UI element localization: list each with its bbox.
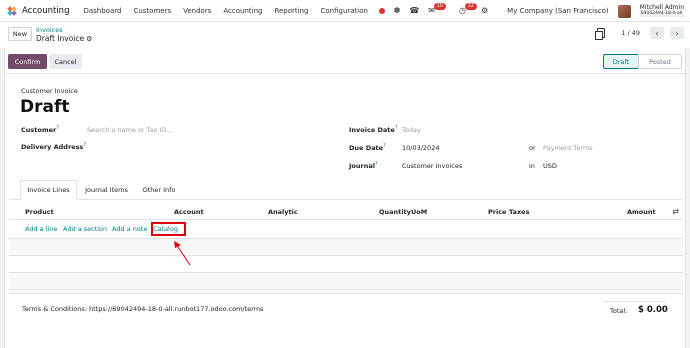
customer-input[interactable]: Search a name or Tax ID... bbox=[87, 126, 173, 134]
col-price[interactable]: Price bbox=[488, 208, 506, 216]
col-amount[interactable]: Amount bbox=[627, 208, 656, 216]
chat-icon[interactable]: ✉ 10 bbox=[428, 3, 446, 15]
app-brand[interactable]: Accounting bbox=[22, 6, 69, 16]
gear-icon[interactable]: ⚙ bbox=[481, 7, 488, 15]
gear-icon[interactable]: ⚙ bbox=[86, 35, 92, 43]
help-icon: ? bbox=[56, 125, 59, 131]
journal-label: Journal? bbox=[349, 161, 378, 170]
menu-accounting[interactable]: Accounting bbox=[223, 7, 262, 15]
table-row bbox=[9, 273, 683, 290]
chat-badge: 10 bbox=[433, 3, 446, 10]
breadcrumb-current: Draft Invoice ⚙ bbox=[36, 34, 92, 43]
journal-label-text: Journal bbox=[349, 162, 375, 171]
pager-next-button[interactable]: › bbox=[670, 27, 684, 39]
total-divider bbox=[603, 301, 666, 302]
navbar-systray: ✽ ☎ ✉ 10 ◷ 22 ⚙ My Company (San Francisco)… bbox=[378, 0, 684, 22]
menu-reporting[interactable]: Reporting bbox=[274, 7, 308, 15]
top-navbar: Accounting Dashboard Customers Vendors A… bbox=[0, 0, 690, 22]
help-icon: ? bbox=[83, 142, 86, 148]
add-section-link[interactable]: Add a section bbox=[63, 225, 107, 233]
database-name: 69042494-18-0-all bbox=[639, 10, 684, 17]
tab-invoice-lines[interactable]: Invoice Lines bbox=[20, 180, 77, 200]
invoice-date-label-text: Invoice Date bbox=[349, 126, 395, 135]
documents-icon[interactable] bbox=[595, 28, 606, 40]
move-type-label: Customer Invoice bbox=[21, 87, 78, 95]
help-icon: ? bbox=[394, 125, 398, 131]
company-switcher[interactable]: My Company (San Francisco) bbox=[507, 7, 608, 15]
customer-label: Customer? bbox=[21, 125, 59, 134]
col-taxes[interactable]: Taxes bbox=[509, 208, 529, 216]
add-line-row: Add a line Add a section Add a note Cata… bbox=[9, 220, 683, 239]
main-menu: Dashboard Customers Vendors Accounting R… bbox=[83, 7, 368, 15]
in-label: in bbox=[529, 162, 535, 170]
due-date-label: Due Date? bbox=[349, 143, 386, 152]
stage-draft[interactable]: Draft bbox=[603, 54, 639, 69]
due-date-label-text: Due Date bbox=[349, 144, 383, 153]
help-icon: ? bbox=[374, 161, 378, 167]
invoice-date-input[interactable]: Today bbox=[402, 126, 421, 134]
col-uom[interactable]: UoM bbox=[411, 208, 427, 216]
due-date-input[interactable]: 10/03/2024 bbox=[402, 144, 439, 152]
invoice-form-sheet: Confirm Cancel Draft Posted Customer Inv… bbox=[4, 48, 687, 348]
delivery-address-label: Delivery Address? bbox=[21, 142, 86, 151]
col-quantity[interactable]: Quantity bbox=[379, 208, 411, 216]
stage-posted[interactable]: Posted bbox=[638, 54, 682, 69]
currency-input[interactable]: USD bbox=[543, 162, 557, 170]
col-analytic[interactable]: Analytic bbox=[268, 208, 298, 216]
table-row bbox=[9, 256, 683, 273]
help-icon: ? bbox=[383, 143, 386, 149]
menu-vendors[interactable]: Vendors bbox=[183, 7, 211, 15]
col-product[interactable]: Product bbox=[25, 208, 54, 216]
pager-area: 1 / 49 ‹ › bbox=[595, 27, 684, 40]
add-line-link[interactable]: Add a line bbox=[25, 225, 57, 233]
avatar[interactable] bbox=[617, 4, 631, 18]
confirm-button[interactable]: Confirm bbox=[8, 54, 47, 69]
breadcrumb-current-label: Draft Invoice bbox=[36, 34, 85, 43]
total-amount: $ 0.00 bbox=[638, 305, 668, 315]
invoice-name: Draft bbox=[20, 97, 70, 117]
tab-journal-items[interactable]: Journal Items bbox=[79, 180, 134, 200]
footer-divider bbox=[9, 293, 683, 294]
payment-terms-input[interactable]: Payment Terms bbox=[543, 144, 593, 152]
menu-customers[interactable]: Customers bbox=[133, 7, 171, 15]
total-label: Total: bbox=[610, 307, 628, 315]
phone-icon[interactable]: ☎ bbox=[409, 7, 419, 15]
bug-icon[interactable]: ✽ bbox=[394, 7, 401, 15]
table-row bbox=[9, 239, 683, 256]
sort-icon[interactable]: ⇄ bbox=[672, 207, 679, 216]
new-button[interactable]: New bbox=[8, 27, 32, 41]
form-statusbar: Confirm Cancel Draft Posted bbox=[5, 48, 687, 74]
tab-other-info[interactable]: Other Info bbox=[135, 180, 183, 200]
customer-label-text: Customer bbox=[21, 126, 57, 135]
record-dot-icon[interactable] bbox=[378, 8, 385, 14]
menu-configuration[interactable]: Configuration bbox=[320, 7, 367, 15]
activity-badge: 22 bbox=[464, 3, 477, 10]
breadcrumb-invoices[interactable]: Invoices bbox=[36, 26, 63, 34]
pager-value[interactable]: 1 / 49 bbox=[621, 29, 640, 37]
journal-input[interactable]: Customer Invoices bbox=[402, 162, 462, 170]
lines-table-header: Product Account Analytic Quantity UoM Pr… bbox=[9, 204, 683, 220]
delivery-address-label-text: Delivery Address bbox=[21, 143, 84, 152]
notebook-tabs: Invoice Lines Journal Items Other Info bbox=[9, 180, 683, 200]
terms-and-conditions[interactable]: Terms & Conditions: https://69042494-18-… bbox=[22, 305, 263, 313]
clock-icon[interactable]: ◷ 22 bbox=[459, 3, 477, 15]
pager-previous-button[interactable]: ‹ bbox=[650, 27, 664, 39]
catalog-highlight-box bbox=[151, 222, 186, 236]
apps-icon[interactable] bbox=[7, 5, 17, 16]
user-menu[interactable]: Mitchell Admin 69042494-18-0-all bbox=[639, 5, 684, 17]
invoice-date-label: Invoice Date? bbox=[349, 125, 397, 134]
add-note-link[interactable]: Add a note bbox=[112, 225, 147, 233]
menu-dashboard[interactable]: Dashboard bbox=[83, 7, 121, 15]
or-label: or bbox=[529, 144, 536, 152]
col-account[interactable]: Account bbox=[174, 208, 204, 216]
cancel-button[interactable]: Cancel bbox=[49, 54, 82, 69]
